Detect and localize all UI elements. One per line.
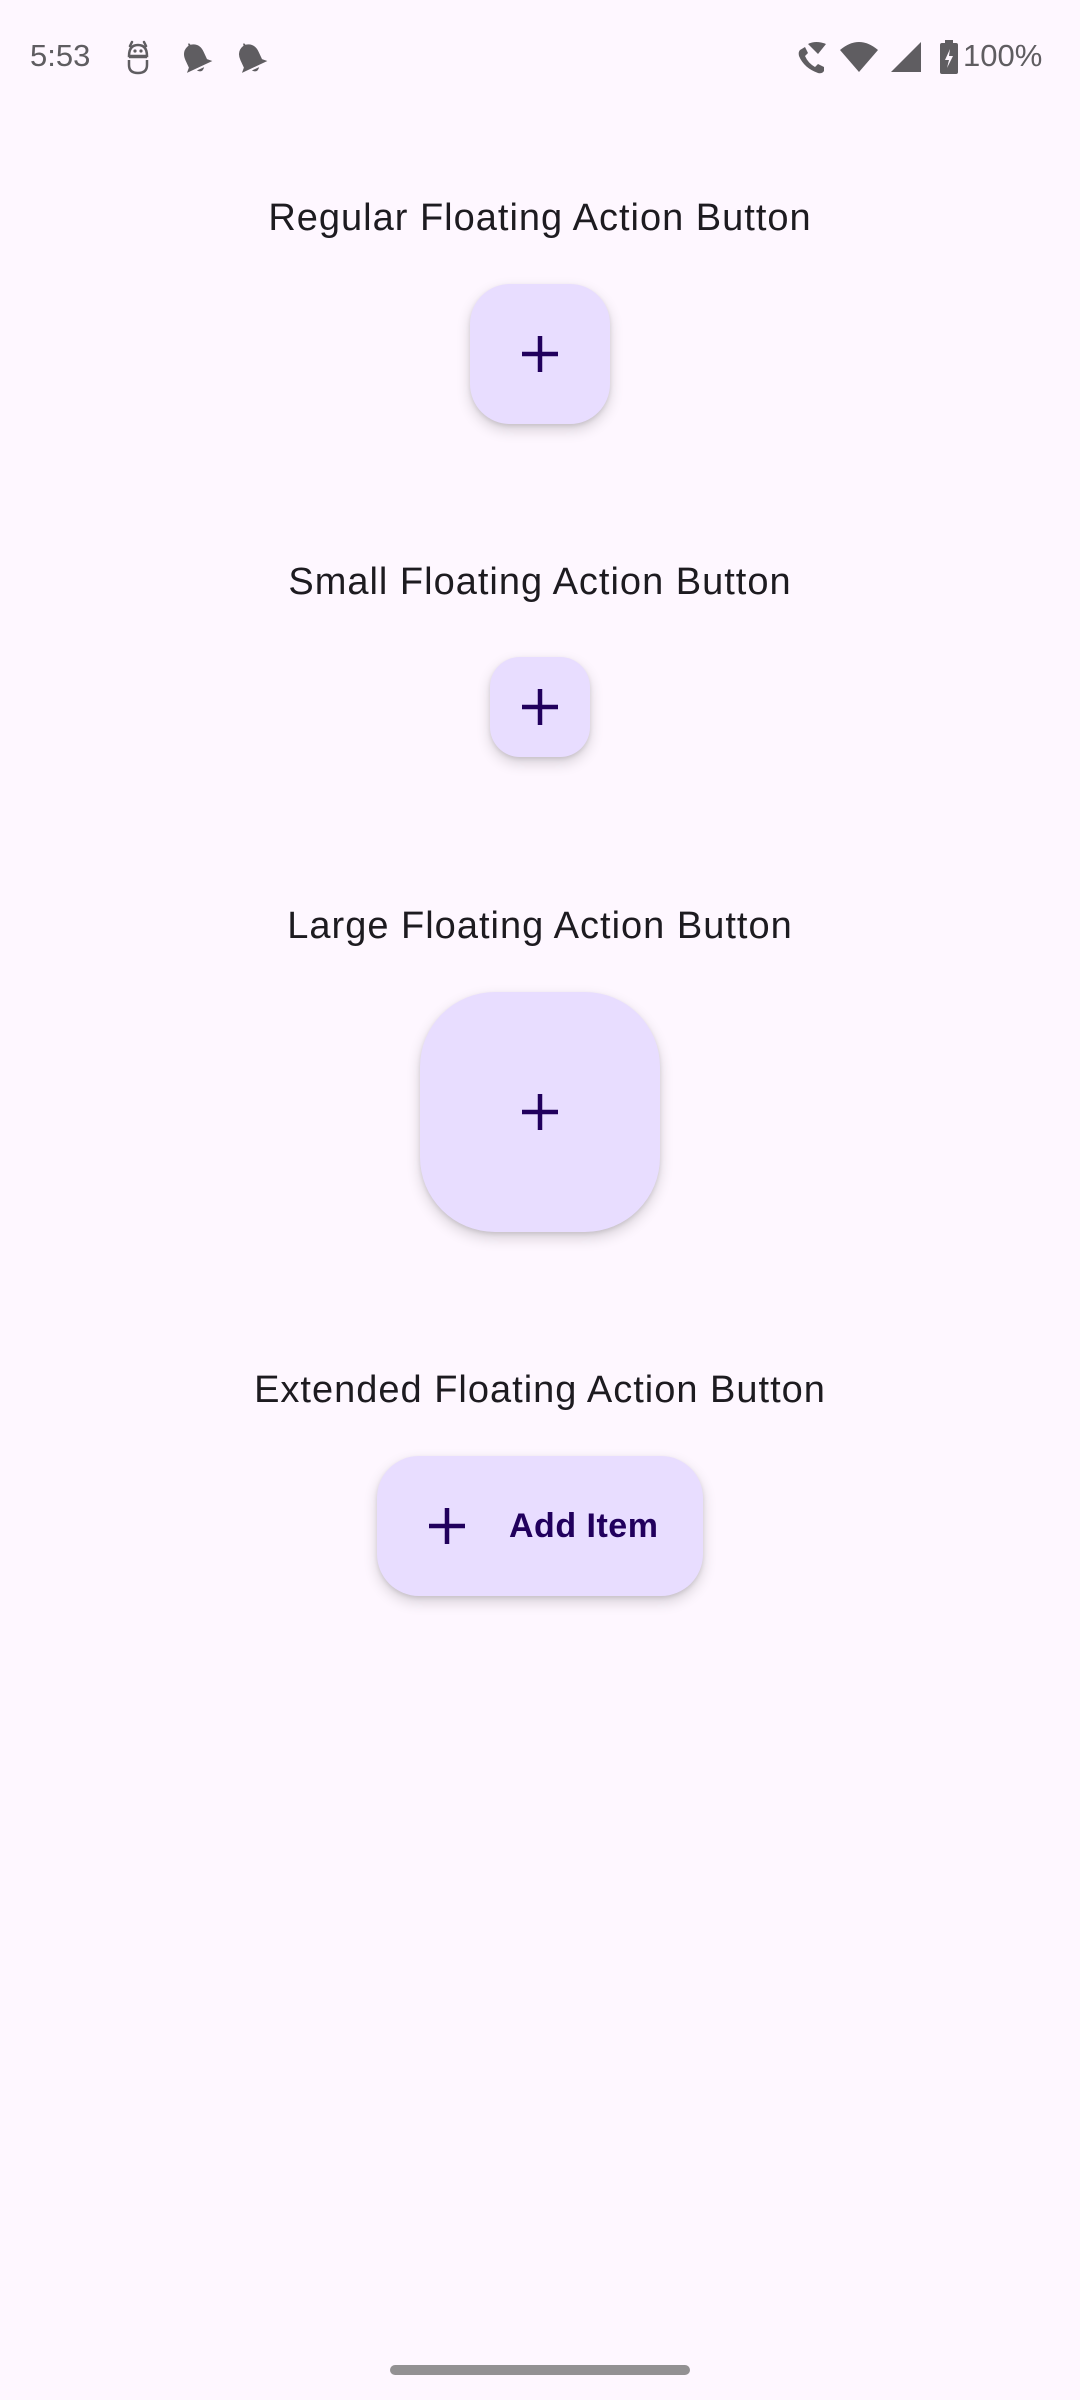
android-debug-icon bbox=[126, 38, 150, 76]
large-fab-button[interactable] bbox=[420, 992, 660, 1232]
small-fab-title: Small Floating Action Button bbox=[288, 561, 792, 603]
notification-bell-icon bbox=[176, 38, 214, 76]
extended-fab-title: Extended Floating Action Button bbox=[254, 1369, 826, 1411]
add-item-label: Add Item bbox=[509, 1507, 659, 1545]
small-fab-button[interactable] bbox=[490, 657, 590, 757]
status-bar: 5:53 100% bbox=[0, 0, 1080, 110]
plus-icon bbox=[522, 336, 558, 372]
wifi-icon bbox=[839, 38, 879, 76]
plus-icon bbox=[522, 689, 558, 725]
extended-fab-button[interactable]: Add Item bbox=[377, 1456, 703, 1596]
plus-icon bbox=[522, 1094, 558, 1130]
large-fab-title: Large Floating Action Button bbox=[287, 905, 793, 947]
battery-percent: 100% bbox=[963, 38, 1043, 73]
cellular-signal-icon bbox=[889, 38, 923, 76]
plus-icon bbox=[429, 1508, 465, 1544]
status-time: 5:53 bbox=[30, 38, 91, 73]
notification-bell-icon bbox=[231, 38, 269, 76]
battery-charging-icon bbox=[939, 38, 959, 76]
wifi-calling-icon bbox=[796, 38, 828, 76]
regular-fab-title: Regular Floating Action Button bbox=[268, 197, 812, 239]
regular-fab-button[interactable] bbox=[470, 284, 610, 424]
home-indicator[interactable] bbox=[390, 2365, 690, 2375]
